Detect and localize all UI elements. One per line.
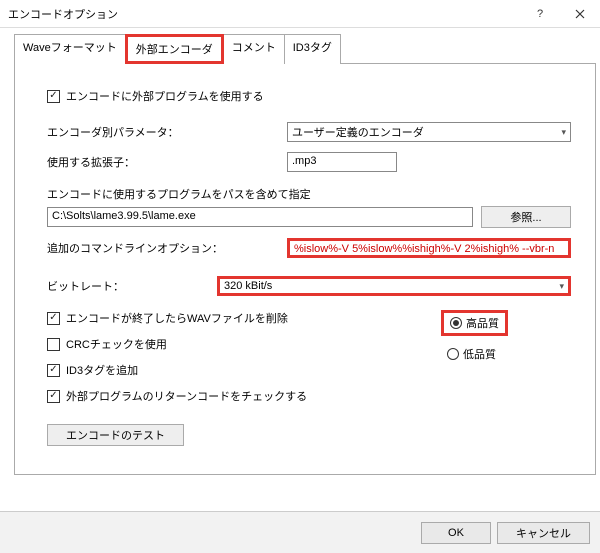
tab-id3[interactable]: ID3タグ <box>284 34 341 64</box>
low-quality-label: 低品質 <box>463 346 496 362</box>
encoder-param-select[interactable]: ユーザー定義のエンコーダ▾ <box>287 122 571 142</box>
test-encode-button[interactable]: エンコードのテスト <box>47 424 184 446</box>
check-return-checkbox[interactable] <box>47 390 60 403</box>
crc-checkbox[interactable] <box>47 338 60 351</box>
extension-label: 使用する拡張子： <box>47 154 287 170</box>
id3-checkbox[interactable] <box>47 364 60 377</box>
program-path-input[interactable]: C:\Solts\lame3.99.5\lame.exe <box>47 207 473 227</box>
use-external-checkbox[interactable] <box>47 90 60 103</box>
encoder-param-label: エンコーダ別パラメータ： <box>47 124 287 140</box>
cmdline-label: 追加のコマンドラインオプション： <box>47 240 287 256</box>
ok-button[interactable]: OK <box>421 522 491 544</box>
bitrate-label: ビットレート： <box>47 278 217 294</box>
id3-label: ID3タグを追加 <box>66 362 138 378</box>
window-title: エンコードオプション <box>8 6 520 22</box>
high-quality-radio-group: 高品質 <box>441 310 508 336</box>
help-button[interactable]: ? <box>520 0 560 28</box>
use-external-label: エンコードに外部プログラムを使用する <box>66 88 264 104</box>
close-button[interactable] <box>560 0 600 28</box>
close-icon <box>575 9 585 19</box>
tab-strip: Waveフォーマット 外部エンコーダ コメント ID3タグ <box>14 34 596 64</box>
extension-input[interactable]: .mp3 <box>287 152 397 172</box>
chevron-down-icon: ▾ <box>561 127 566 138</box>
cancel-button[interactable]: キャンセル <box>497 522 590 544</box>
delete-wav-checkbox[interactable] <box>47 312 60 325</box>
bitrate-select[interactable]: 320 kBit/s▾ <box>217 276 571 296</box>
tab-panel: エンコードに外部プログラムを使用する エンコーダ別パラメータ： ユーザー定義のエ… <box>14 63 596 475</box>
tab-comment[interactable]: コメント <box>223 34 285 64</box>
titlebar: エンコードオプション ? <box>0 0 600 28</box>
dialog-footer: OK キャンセル <box>0 511 600 553</box>
program-path-label: エンコードに使用するプログラムをパスを含めて指定 <box>47 186 311 202</box>
high-quality-radio[interactable] <box>450 317 462 329</box>
high-quality-label: 高品質 <box>466 315 499 331</box>
chevron-down-icon: ▾ <box>559 281 564 292</box>
low-quality-radio[interactable] <box>447 348 459 360</box>
cmdline-input[interactable]: %islow%-V 5%islow%%ishigh%-V 2%ishigh% -… <box>287 238 571 258</box>
crc-label: CRCチェックを使用 <box>66 336 167 352</box>
tab-external-encoder[interactable]: 外部エンコーダ <box>125 34 224 64</box>
check-return-label: 外部プログラムのリターンコードをチェックする <box>66 388 307 404</box>
browse-button[interactable]: 参照... <box>481 206 571 228</box>
delete-wav-label: エンコードが終了したらWAVファイルを削除 <box>66 310 288 326</box>
tab-wave[interactable]: Waveフォーマット <box>14 34 126 64</box>
